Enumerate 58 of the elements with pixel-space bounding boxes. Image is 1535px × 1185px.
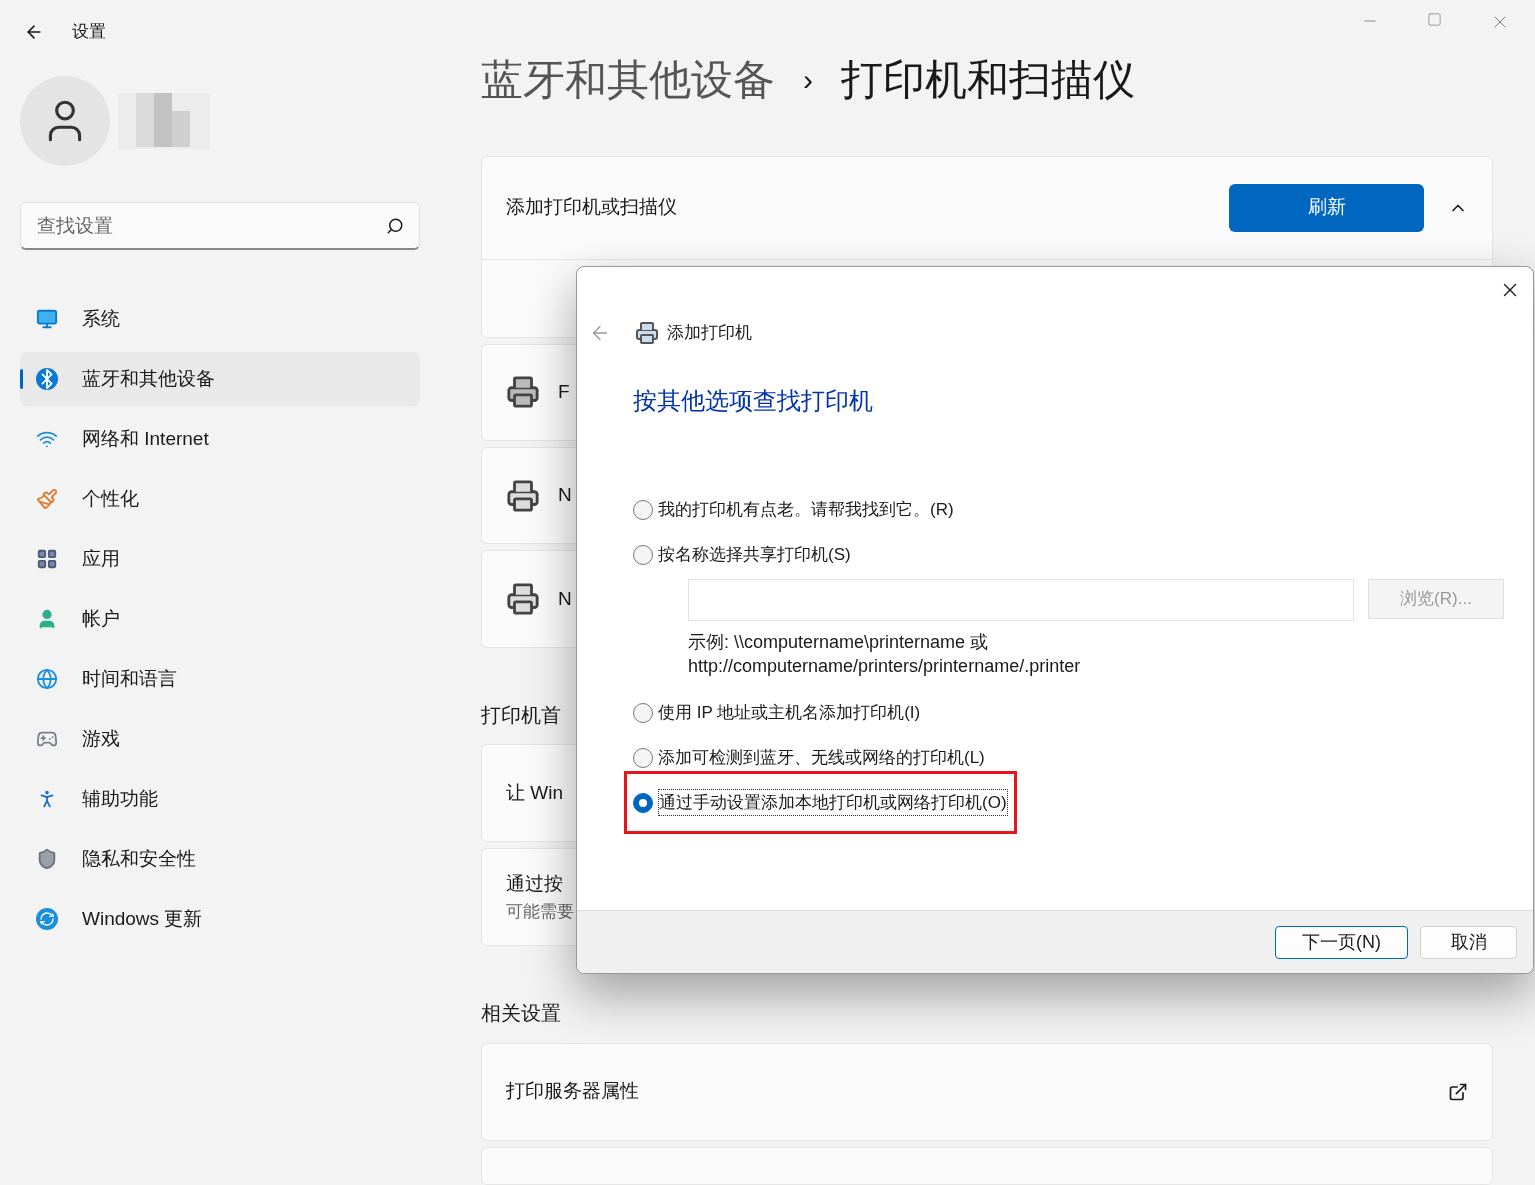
nav-item[interactable]: 网络和 Internet [20, 412, 420, 466]
radio-option[interactable]: 我的打印机有点老。请帮我找到它。(R) [633, 487, 954, 532]
maximize-icon[interactable] [1427, 12, 1442, 27]
card-title: 让 Win [506, 780, 563, 805]
next-button[interactable]: 下一页(N) [1275, 925, 1408, 959]
example-text: 示例: \\computername\printername 或 [688, 631, 990, 654]
nav-item[interactable]: Windows 更新 [20, 892, 420, 946]
globe-icon [36, 668, 58, 690]
refresh-button[interactable]: 刷新 [1229, 183, 1424, 232]
radio-button[interactable] [633, 544, 653, 565]
update-icon [36, 908, 58, 930]
printer-icon [506, 581, 540, 616]
search-icon [386, 217, 404, 235]
shield-icon [36, 848, 58, 870]
nav-item[interactable]: 隐私和安全性 [20, 832, 420, 886]
card-label: 添加打印机或扫描仪 [506, 195, 678, 220]
page-title: 打印机和扫描仪 [841, 55, 1135, 106]
radio-button[interactable] [633, 792, 653, 813]
printer-name: N [558, 586, 572, 611]
nav-item[interactable]: 游戏 [20, 712, 420, 766]
printer-name: N [558, 483, 572, 508]
section-heading: 打印机首 [481, 702, 561, 728]
nav-item[interactable]: 时间和语言 [20, 652, 420, 706]
card-title: 通过按 [506, 872, 563, 897]
brush-icon [36, 488, 58, 510]
card-subtitle: 可能需要 [506, 900, 574, 923]
cancel-button[interactable]: 取消 [1420, 925, 1517, 959]
radio-option[interactable]: 按名称选择共享打印机(S) [633, 532, 851, 577]
printer-icon [635, 321, 659, 345]
printer-icon [506, 478, 540, 513]
nav-item[interactable]: 辅助功能 [20, 772, 420, 826]
radio-option[interactable]: 使用 IP 地址或主机名添加打印机(I) [633, 690, 921, 735]
bluetooth-icon [36, 368, 58, 390]
dialog-heading: 按其他选项查找打印机 [633, 386, 874, 416]
radio-button[interactable] [633, 499, 653, 520]
breadcrumb-parent[interactable]: 蓝牙和其他设备 [481, 48, 775, 112]
window-title: 设置 [72, 21, 106, 44]
nav-item[interactable]: 个性化 [20, 472, 420, 526]
blurred-name-icon [118, 93, 210, 149]
apps-icon [36, 548, 58, 570]
example-text: http://computername/printers/printername/.printer [688, 655, 1082, 678]
printer-name: F [558, 380, 570, 404]
external-link-icon [1448, 1081, 1468, 1102]
monitor-icon [36, 308, 58, 330]
section-heading: 相关设置 [481, 1001, 561, 1027]
dialog-title: 添加打印机 [667, 322, 752, 345]
printer-name-field[interactable] [688, 579, 1354, 621]
nav-item[interactable]: 应用 [20, 532, 420, 586]
printer-icon [506, 375, 540, 410]
breadcrumb-separator: › [803, 62, 813, 99]
radio-button[interactable] [633, 702, 653, 723]
radio-button[interactable] [633, 747, 653, 768]
nav-item[interactable]: 蓝牙和其他设备 [20, 352, 420, 406]
radio-option[interactable]: 添加可检测到蓝牙、无线或网络的打印机(L) [633, 735, 985, 780]
related-link-card[interactable]: 打印服务器属性 [481, 1042, 1493, 1141]
search-field[interactable]: 查找设置 [20, 202, 420, 250]
nav-item[interactable]: 系统 [20, 292, 420, 346]
nav-item[interactable]: 帐户 [20, 592, 420, 646]
